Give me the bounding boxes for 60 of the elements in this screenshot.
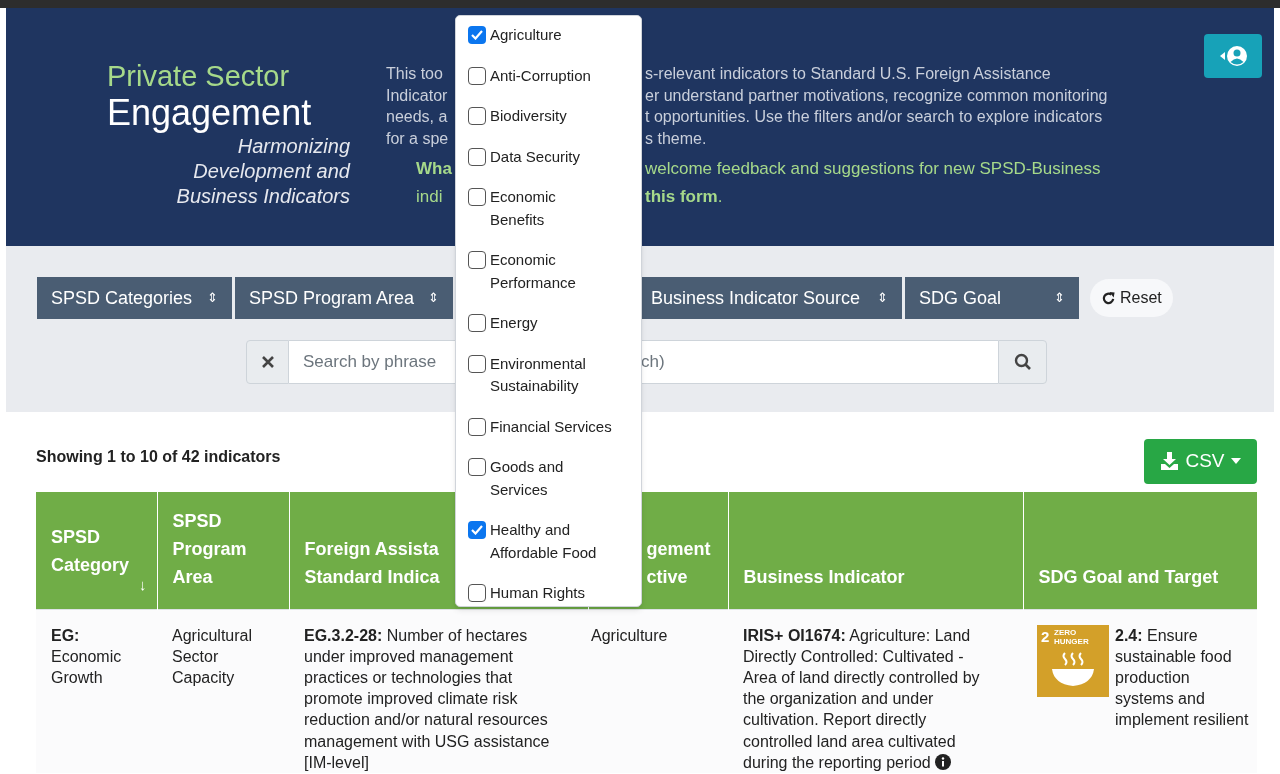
placeholder-text: ch) xyxy=(641,351,665,374)
table-cell: Agriculture xyxy=(588,609,728,773)
checkbox[interactable] xyxy=(468,314,486,332)
clear-search-button[interactable] xyxy=(246,340,289,384)
filter-dropdown-button[interactable]: SPSD Program Area ⇕ xyxy=(235,277,453,319)
sort-indicator: ↓ xyxy=(138,578,147,591)
info-icon[interactable] xyxy=(935,753,952,770)
user-icon xyxy=(1218,45,1248,67)
checkbox[interactable] xyxy=(468,188,486,206)
bowl-icon xyxy=(1051,650,1095,689)
table-cell: EG.3.2-28: Number of hectares under improved management practices or technologies that promote improved climate risk reduction and/or natural resources management with USG assistance [IM-level] xyxy=(289,609,588,773)
checkbox[interactable] xyxy=(468,521,486,539)
caret-icon xyxy=(1230,458,1241,464)
reset-button[interactable]: Reset xyxy=(1090,279,1173,317)
category-option[interactable]: Economic Benefits xyxy=(468,184,633,233)
filter-dropdown-button[interactable]: SPSD Categories ⇕ xyxy=(37,277,232,319)
table-cell: EG: Economic Growth xyxy=(36,609,157,773)
checkbox[interactable] xyxy=(468,26,486,44)
checkbox[interactable] xyxy=(468,417,486,436)
category-option[interactable]: Data Security xyxy=(468,143,633,170)
tagline: Harmonizing Development and Business Indicators xyxy=(175,134,350,209)
search-icon xyxy=(1013,353,1032,371)
table-cell: Agricultural Sector Capacity xyxy=(157,609,289,773)
category-option[interactable]: Agriculture xyxy=(468,22,633,49)
user-menu-button[interactable] xyxy=(1204,34,1262,78)
reset-icon xyxy=(1101,290,1116,306)
feedback-text: this form. xyxy=(645,186,724,208)
intro-text: s-relevant indicators to Standard U.S. Foreign Assistance xyxy=(645,64,1052,84)
close-icon xyxy=(261,356,274,368)
site-title: Private Sector xyxy=(107,59,291,93)
site-title: Engagement xyxy=(107,93,313,133)
checkbox[interactable] xyxy=(468,107,486,125)
intro-text: needs, a xyxy=(386,107,449,127)
checkbox[interactable] xyxy=(468,147,486,166)
checkbox[interactable] xyxy=(468,458,486,476)
checkbox[interactable] xyxy=(468,66,486,85)
feedback-text: welcome feedback and suggestions for new SPSD-Business xyxy=(645,158,1102,180)
checkbox[interactable] xyxy=(468,354,486,373)
category-option[interactable]: Economic Performance xyxy=(468,247,633,296)
results-count: Showing 1 to 10 of 42 indicators xyxy=(36,447,281,467)
table-cell-text: 2.4: Ensure sustainable food production systems and implement resilient xyxy=(1115,625,1250,731)
feedback-text: indi xyxy=(416,186,444,208)
feedback-text: Wha xyxy=(416,158,453,180)
category-option[interactable]: Financial Services xyxy=(468,413,633,440)
category-option[interactable]: Anti-Corruption xyxy=(468,62,633,89)
intro-text: for a spe xyxy=(386,128,450,149)
checkbox[interactable] xyxy=(468,251,486,269)
intro-text: This too xyxy=(386,64,444,84)
category-option[interactable]: Biodiversity xyxy=(468,103,633,130)
checkbox[interactable] xyxy=(468,584,486,602)
download-icon xyxy=(1160,452,1180,470)
intro-text: s theme. xyxy=(645,128,708,149)
search-button[interactable] xyxy=(998,340,1047,384)
filter-dropdown-button[interactable]: SDG Goal ⇕ xyxy=(905,277,1079,319)
category-option[interactable]: Energy xyxy=(468,310,633,337)
table-cell: IRIS+ OI1674: Agriculture: Land Directly Controlled: Cultivated - Area of land directly controlled by the organization and under cultivation. Report directly controlled land area cultivated during the reporting period xyxy=(728,609,1023,773)
intro-text: Indicator xyxy=(386,85,449,106)
intro-text: t opportunities. Use the filters and/or search to explore indicators xyxy=(645,107,1104,127)
search-field[interactable]: Search by phrase xyxy=(289,349,453,375)
intro-text: er understand partner motivations, recognize common monitoring xyxy=(645,85,1108,106)
